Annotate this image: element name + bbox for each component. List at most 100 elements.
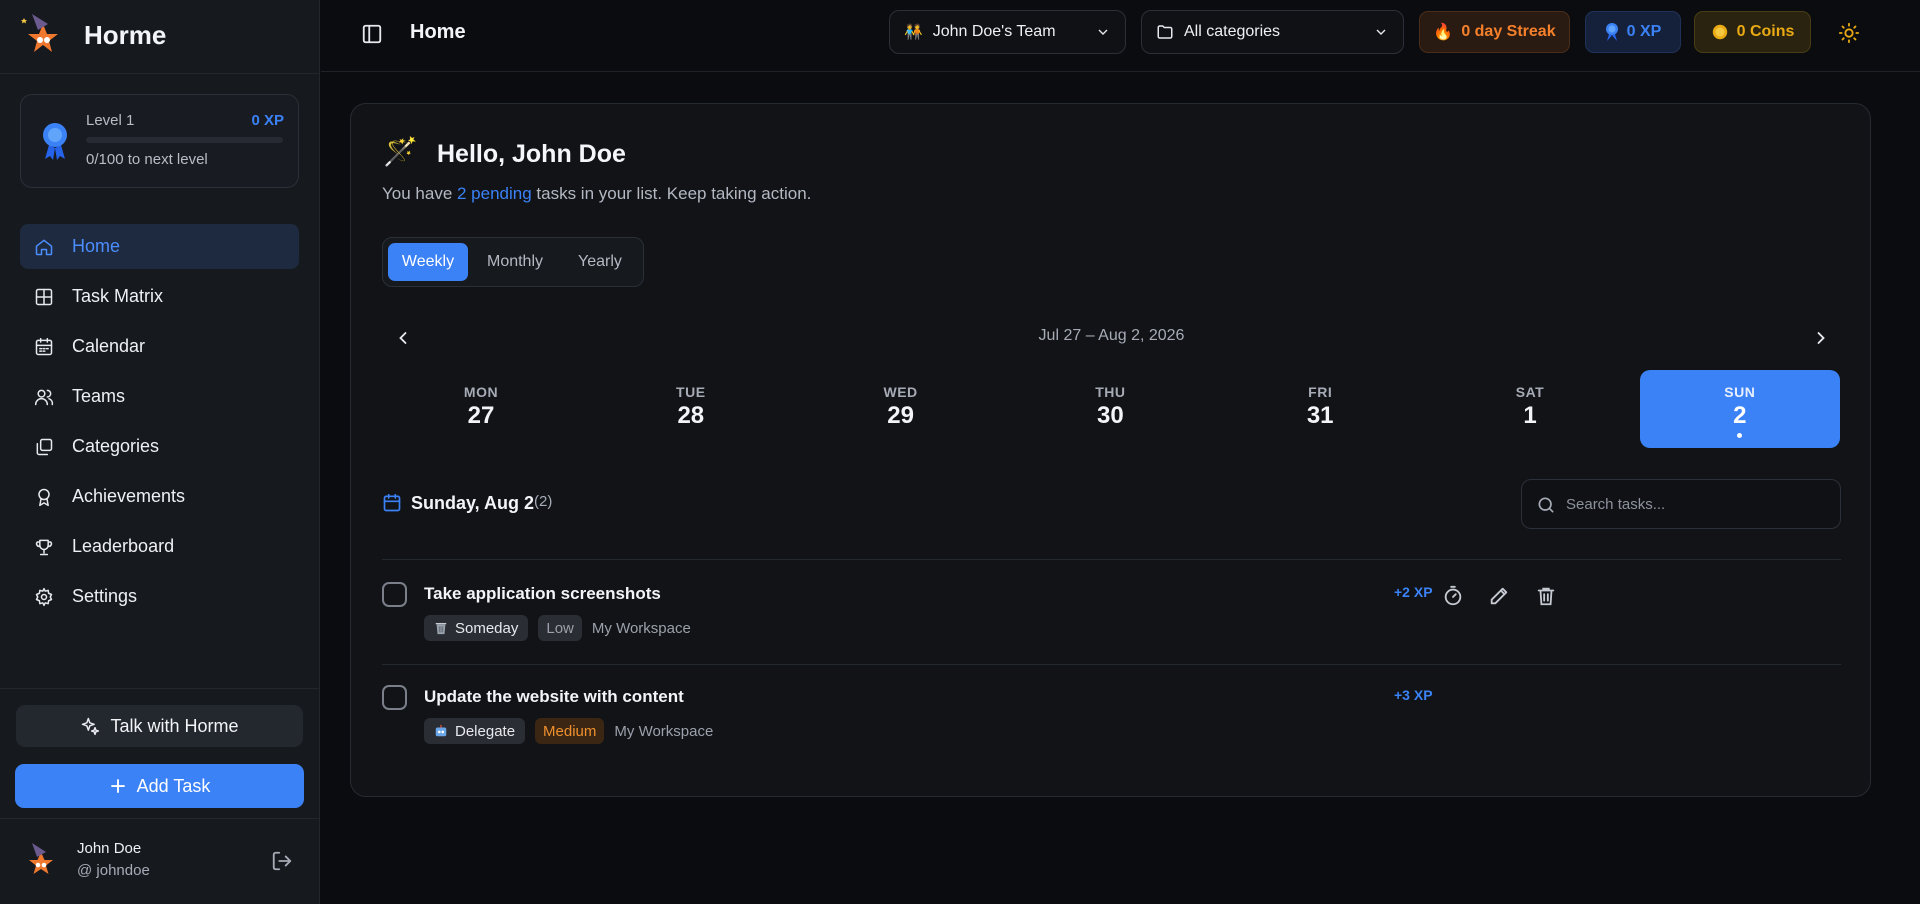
robot-icon bbox=[435, 724, 447, 737]
level-next-text: 0/100 to next level bbox=[86, 151, 208, 168]
day-thu[interactable]: THU 30 bbox=[1010, 370, 1210, 448]
task-checkbox[interactable] bbox=[382, 582, 407, 607]
sidebar-item-home[interactable]: Home bbox=[20, 224, 299, 269]
matrix-tag: Delegate bbox=[424, 718, 526, 744]
day-name: SUN bbox=[1724, 384, 1756, 400]
user-profile[interactable]: John Doe @ johndoe bbox=[20, 838, 299, 884]
xp-reward: +2 XP bbox=[1394, 584, 1433, 600]
streak-badge[interactable]: 🔥 0 day Streak bbox=[1419, 11, 1570, 53]
sidebar-item-task-matrix[interactable]: Task Matrix bbox=[20, 274, 299, 319]
day-name: MON bbox=[463, 384, 499, 400]
users-icon bbox=[34, 389, 54, 405]
tab-weekly[interactable]: Weekly bbox=[388, 243, 468, 281]
trophy-icon bbox=[35, 539, 53, 555]
sidebar-item-achievements[interactable]: Achievements bbox=[20, 474, 299, 519]
task-count: (2) bbox=[534, 493, 553, 510]
day-tue[interactable]: TUE 28 bbox=[591, 370, 791, 448]
award-icon bbox=[38, 488, 50, 506]
pending-count-link[interactable]: 2 pending bbox=[457, 184, 532, 203]
day-number: 31 bbox=[1306, 402, 1334, 429]
selected-date: Sunday, Aug 2 bbox=[411, 493, 535, 513]
medal-icon bbox=[43, 123, 67, 160]
coins-badge[interactable]: 0 Coins bbox=[1694, 11, 1811, 53]
day-wed[interactable]: WED 29 bbox=[801, 370, 1001, 448]
wizard-star-logo-icon bbox=[21, 14, 58, 52]
edit-pencil-icon[interactable] bbox=[1488, 585, 1510, 607]
xp-label: 0 XP bbox=[1626, 23, 1662, 40]
day-name: SAT bbox=[1515, 384, 1545, 400]
workspace-tag: My Workspace bbox=[614, 722, 714, 740]
tab-monthly[interactable]: Monthly bbox=[473, 243, 557, 281]
sidebar-item-label: Task Matrix bbox=[72, 286, 164, 306]
logout-icon[interactable] bbox=[271, 850, 293, 872]
matrix-tag-label: Delegate bbox=[455, 722, 516, 740]
talk-with-horme-label: Talk with Horme bbox=[110, 715, 239, 736]
fire-icon: 🔥 bbox=[1433, 24, 1454, 41]
sidebar-toggle-icon[interactable] bbox=[361, 23, 383, 45]
day-fri[interactable]: FRI 31 bbox=[1220, 370, 1420, 448]
pending-summary-pre: You have bbox=[382, 184, 457, 203]
day-sat[interactable]: SAT 1 bbox=[1430, 370, 1630, 448]
theme-toggle-sun-icon[interactable] bbox=[1838, 22, 1860, 44]
brand[interactable]: Horme bbox=[18, 12, 166, 58]
xp-badge[interactable]: 0 XP bbox=[1585, 11, 1681, 53]
sidebar-item-label: Achievements bbox=[72, 486, 186, 506]
coin-icon bbox=[1712, 24, 1727, 40]
priority-tag: Medium bbox=[535, 718, 605, 744]
matrix-tag-label: Someday bbox=[455, 619, 519, 637]
sidebar-item-label: Categories bbox=[72, 436, 160, 456]
folder-icon bbox=[1157, 25, 1173, 39]
task-row[interactable]: Update the website with content Delegate M… bbox=[382, 663, 1841, 763]
plus-icon bbox=[110, 779, 125, 793]
sidebar-item-calendar[interactable]: Calendar bbox=[20, 324, 299, 369]
task-checkbox[interactable] bbox=[382, 685, 407, 710]
talk-with-horme-button[interactable]: Talk with Horme bbox=[16, 705, 303, 747]
sidebar-item-categories[interactable]: Categories bbox=[20, 424, 299, 469]
chevron-right-icon[interactable] bbox=[1811, 328, 1831, 348]
day-name: FRI bbox=[1308, 384, 1333, 400]
search-input[interactable] bbox=[1566, 480, 1826, 528]
timer-icon[interactable] bbox=[1442, 585, 1464, 607]
pending-summary: You have 2 pending tasks in your list. K… bbox=[382, 184, 811, 204]
add-task-button[interactable]: Add Task bbox=[15, 764, 304, 808]
top-header: Home 🧑‍🤝‍🧑 John Doe's Team All categorie… bbox=[321, 0, 1920, 72]
matrix-tag: Someday bbox=[424, 615, 529, 641]
day-name: TUE bbox=[676, 384, 706, 400]
day-name: THU bbox=[1095, 384, 1126, 400]
task-indicator-dot bbox=[1736, 433, 1742, 438]
avatar bbox=[29, 843, 53, 874]
day-number: 27 bbox=[467, 402, 495, 429]
sidebar-item-teams[interactable]: Teams bbox=[20, 374, 299, 419]
tab-yearly[interactable]: Yearly bbox=[560, 243, 640, 281]
day-sun[interactable]: SUN 2 bbox=[1639, 370, 1840, 448]
day-mon[interactable]: MON 27 bbox=[381, 370, 581, 448]
team-select-value: John Doe's Team bbox=[932, 23, 1056, 40]
level-card: Level 1 0 XP 0/100 to next level bbox=[20, 94, 299, 188]
categories-icon bbox=[36, 438, 53, 455]
task-title: Take application screenshots bbox=[424, 584, 661, 603]
sidebar-item-label: Calendar bbox=[72, 336, 146, 356]
team-select[interactable]: 🧑‍🤝‍🧑 John Doe's Team bbox=[889, 10, 1126, 54]
day-number: 28 bbox=[677, 402, 705, 429]
magic-wand-icon: 🪄 bbox=[383, 136, 418, 167]
day-number: 30 bbox=[1097, 402, 1124, 429]
user-name: John Doe bbox=[77, 840, 142, 857]
category-select-value: All categories bbox=[1184, 23, 1281, 40]
category-select[interactable]: All categories bbox=[1141, 10, 1404, 54]
trash-icon[interactable] bbox=[1535, 585, 1557, 607]
day-number: 29 bbox=[887, 402, 914, 429]
sidebar-item-label: Home bbox=[72, 236, 121, 256]
day-number: 1 bbox=[1523, 402, 1537, 429]
day-number: 2 bbox=[1733, 402, 1747, 429]
search-icon bbox=[1538, 497, 1554, 513]
sidebar-item-settings[interactable]: Settings bbox=[20, 574, 299, 619]
medal-icon bbox=[1605, 23, 1618, 41]
task-row[interactable]: Take application screenshots Someday Low My… bbox=[382, 560, 1841, 660]
page-title: Home bbox=[410, 21, 466, 43]
level-xp: 0 XP bbox=[251, 112, 284, 129]
pending-summary-post: tasks in your list. Keep taking action. bbox=[531, 184, 812, 203]
task-search bbox=[1521, 479, 1841, 529]
level-progress-bar bbox=[86, 137, 283, 143]
sidebar-item-leaderboard[interactable]: Leaderboard bbox=[20, 524, 299, 569]
app-name: Horme bbox=[84, 19, 167, 50]
